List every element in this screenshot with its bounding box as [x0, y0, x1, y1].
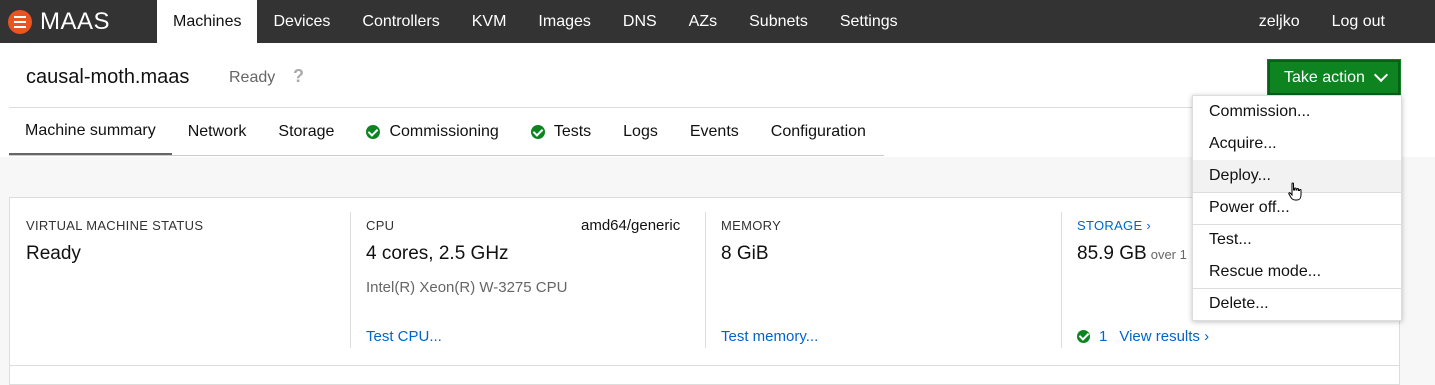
tab-commissioning[interactable]: Commissioning: [350, 108, 514, 156]
success-check-icon: [530, 125, 545, 139]
storage-value: 85.9 GB: [1077, 243, 1147, 264]
tab-label: Storage: [278, 123, 335, 140]
tab-label: Logs: [623, 123, 658, 140]
nav-dns[interactable]: DNS: [607, 0, 673, 43]
top-navigation: MAAS Machines Devices Controllers KVM Im…: [0, 0, 1435, 43]
success-check-icon: [1077, 330, 1090, 343]
success-check-icon: [366, 125, 381, 139]
menu-item-test[interactable]: Test...: [1193, 224, 1401, 256]
passed-count: 1: [1099, 328, 1108, 345]
cpu-arch: amd64/generic: [581, 217, 681, 234]
machine-hostname[interactable]: causal-moth.maas: [26, 66, 189, 89]
cpu-model: Intel(R) Xeon(R) W-3275 CPU: [366, 279, 568, 296]
memory-value: 8 GiB: [721, 243, 769, 264]
tab-logs[interactable]: Logs: [607, 108, 674, 156]
menu-item-delete[interactable]: Delete...: [1193, 288, 1401, 320]
take-action-menu: Commission... Acquire... Deploy... Power…: [1192, 95, 1402, 321]
nav-user[interactable]: zeljko: [1243, 0, 1316, 43]
maas-logo-icon: [8, 9, 32, 34]
view-results-link[interactable]: View results ›: [1119, 328, 1209, 345]
vm-status-title: VIRTUAL MACHINE STATUS: [26, 218, 204, 233]
help-icon[interactable]: ?: [293, 66, 304, 87]
tab-label: Configuration: [770, 123, 866, 140]
hand-pointer-cursor-icon: [1288, 182, 1302, 201]
tabs-underline: [9, 155, 884, 156]
memory-column: MEMORY 8 GiB Test memory...: [721, 198, 1051, 350]
vm-status-column: VIRTUAL MACHINE STATUS Ready: [26, 198, 346, 350]
storage-over: over 1: [1150, 247, 1187, 262]
nav-machines[interactable]: Machines: [157, 0, 258, 43]
column-divider: [705, 212, 706, 348]
cpu-value: 4 cores, 2.5 GHz: [366, 243, 509, 264]
storage-results-row: 1 View results ›: [1077, 328, 1209, 345]
vm-status-value: Ready: [26, 243, 81, 264]
tab-machine-summary[interactable]: Machine summary: [9, 108, 172, 156]
column-divider: [1061, 212, 1062, 348]
menu-item-commission[interactable]: Commission...: [1193, 96, 1401, 128]
tab-label: Machine summary: [25, 121, 156, 139]
machine-tabs: Machine summary Network Storage Commissi…: [9, 108, 882, 156]
tab-tests[interactable]: Tests: [515, 108, 607, 156]
tab-network[interactable]: Network: [172, 108, 263, 156]
tab-configuration[interactable]: Configuration: [755, 108, 882, 156]
nav-subnets[interactable]: Subnets: [733, 0, 824, 43]
nav-logout[interactable]: Log out: [1316, 0, 1401, 43]
memory-title: MEMORY: [721, 218, 782, 233]
column-divider: [350, 212, 351, 348]
nav-settings[interactable]: Settings: [824, 0, 914, 43]
nav-kvm[interactable]: KVM: [456, 0, 523, 43]
test-memory-link[interactable]: Test memory...: [721, 328, 818, 345]
cpu-column: CPU amd64/generic 4 cores, 2.5 GHz Intel…: [366, 198, 696, 350]
take-action-label: Take action: [1284, 68, 1365, 86]
nav-controllers[interactable]: Controllers: [346, 0, 455, 43]
card-divider: [9, 365, 1400, 366]
cpu-title: CPU: [366, 218, 395, 233]
storage-title-link[interactable]: STORAGE ›: [1077, 218, 1151, 233]
nav-azs[interactable]: AZs: [673, 0, 733, 43]
tab-storage[interactable]: Storage: [262, 108, 350, 156]
menu-item-acquire[interactable]: Acquire...: [1193, 128, 1401, 160]
nav-devices[interactable]: Devices: [257, 0, 346, 43]
test-cpu-link[interactable]: Test CPU...: [366, 328, 442, 345]
logo-text: MAAS: [40, 7, 111, 35]
storage-value-row: 85.9 GB over 1: [1077, 243, 1187, 265]
nav-images[interactable]: Images: [522, 0, 606, 43]
tab-events[interactable]: Events: [674, 108, 755, 156]
chevron-down-icon: [1373, 67, 1389, 83]
menu-item-rescue-mode[interactable]: Rescue mode...: [1193, 256, 1401, 288]
take-action-button[interactable]: Take action: [1267, 59, 1401, 96]
maas-logo[interactable]: MAAS: [0, 0, 157, 43]
tab-label: Tests: [553, 123, 592, 140]
tab-label: Commissioning: [389, 123, 499, 140]
tab-label: Events: [689, 123, 739, 140]
machine-status: Ready: [229, 69, 276, 86]
tab-label: Network: [187, 123, 247, 140]
